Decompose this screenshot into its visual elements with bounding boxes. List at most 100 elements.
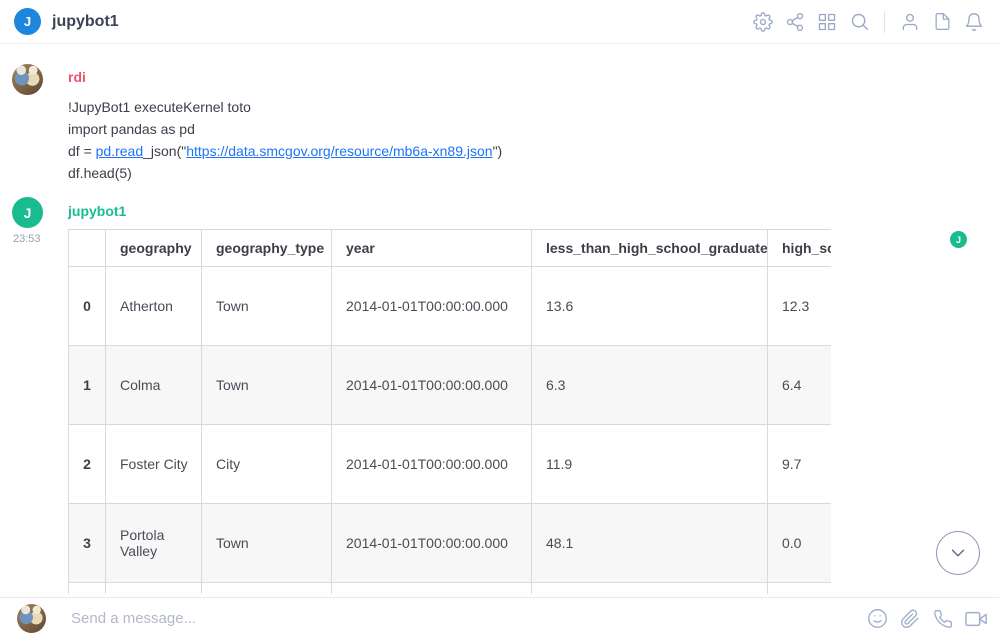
table-header-year: year: [332, 230, 532, 267]
smiley-icon: [867, 608, 888, 629]
table-cell: [106, 583, 202, 595]
chat-window: J jupybot1: [0, 0, 999, 639]
message-timestamp: 23:53: [13, 233, 41, 245]
paperclip-icon: [900, 609, 920, 629]
composer-actions: [866, 608, 987, 630]
table-cell: Town: [202, 267, 332, 346]
dataframe-table: geography geography_type year less_than_…: [68, 229, 831, 594]
phone-icon: [933, 609, 953, 629]
avatar-letter: J: [24, 205, 32, 221]
table-cell: 9.7: [768, 425, 832, 504]
chevron-down-icon: [947, 542, 969, 564]
table-header-geography: geography: [106, 230, 202, 267]
pd-read-link[interactable]: pd.read: [96, 143, 143, 159]
channel-header: J jupybot1: [0, 0, 999, 44]
message-composer: [0, 597, 999, 639]
table-row: 1 Colma Town 2014-01-01T00:00:00.000 6.3…: [69, 346, 832, 425]
search-icon: [849, 11, 870, 32]
table-row: 3 Portola Valley Town 2014-01-01T00:00:0…: [69, 504, 832, 583]
share-button[interactable]: [784, 11, 806, 33]
channel-avatar[interactable]: J: [14, 8, 41, 35]
table-cell: [532, 583, 768, 595]
share-icon: [785, 12, 805, 32]
jump-to-bottom-button[interactable]: [936, 531, 980, 575]
table-row: 2 Foster City City 2014-01-01T00:00:00.0…: [69, 425, 832, 504]
emoji-button[interactable]: [866, 608, 888, 630]
table-cell: 48.1: [532, 504, 768, 583]
message-line: !JupyBot1 executeKernel toto: [68, 96, 999, 118]
table-cell: 2014-01-01T00:00:00.000: [332, 346, 532, 425]
settings-button[interactable]: [752, 11, 774, 33]
header-actions: [752, 11, 985, 33]
username-jupybot1[interactable]: jupybot1: [68, 203, 126, 220]
message-input[interactable]: [71, 610, 866, 627]
table-cell: 2014-01-01T00:00:00.000: [332, 425, 532, 504]
code-text: _json(": [143, 143, 186, 159]
code-text: "): [493, 143, 503, 159]
read-receipt-badge: J: [950, 231, 967, 248]
search-button[interactable]: [848, 11, 870, 33]
table-cell: Town: [202, 504, 332, 583]
table-cell: [202, 583, 332, 595]
table-cell: 6.4: [768, 346, 832, 425]
channel-title: jupybot1: [52, 13, 119, 31]
attach-file-button[interactable]: [899, 608, 921, 630]
video-camera-icon: [965, 608, 987, 630]
message-body: jupybot1 geography geography_type: [68, 197, 999, 594]
table-cell: 2014-01-01T00:00:00.000: [332, 267, 532, 346]
message-line: df = pd.read_json("https://data.smcgov.o…: [68, 140, 999, 162]
table-cell: 12.3: [768, 267, 832, 346]
table-cell: Town: [202, 346, 332, 425]
table-row-partial: [69, 583, 832, 595]
gear-icon: [753, 12, 773, 32]
code-text: df =: [68, 143, 96, 159]
table-header-high-school: high_sc: [768, 230, 832, 267]
message-rdi: rdi !JupyBot1 executeKernel toto import …: [0, 64, 999, 184]
current-user-avatar[interactable]: [17, 604, 46, 633]
user-icon: [900, 12, 920, 32]
dataset-url-link[interactable]: https://data.smcgov.org/resource/mb6a-xn…: [186, 143, 492, 159]
table-cell: 0.0: [768, 504, 832, 583]
video-call-button[interactable]: [965, 608, 987, 630]
table-cell: 11.9: [532, 425, 768, 504]
table-header-index: [69, 230, 106, 267]
table-header-geography-type: geography_type: [202, 230, 332, 267]
username-rdi[interactable]: rdi: [68, 69, 86, 86]
audio-call-button[interactable]: [932, 608, 954, 630]
files-button[interactable]: [931, 11, 953, 33]
header-divider: [884, 11, 885, 33]
message-line: df.head(5): [68, 162, 999, 184]
table-cell: 3: [69, 504, 106, 583]
table-cell: [332, 583, 532, 595]
message-body: rdi !JupyBot1 executeKernel toto import …: [68, 64, 999, 184]
grid-icon: [817, 12, 837, 32]
table-cell: 13.6: [532, 267, 768, 346]
table-cell: 6.3: [532, 346, 768, 425]
notifications-button[interactable]: [963, 11, 985, 33]
table-cell: Atherton: [106, 267, 202, 346]
table-header-less-than-hs: less_than_high_school_graduate: [532, 230, 768, 267]
message-text: !JupyBot1 executeKernel toto import pand…: [68, 96, 999, 184]
table-cell: [69, 583, 106, 595]
table-cell: Colma: [106, 346, 202, 425]
table-cell: 0: [69, 267, 106, 346]
table-cell: Portola Valley: [106, 504, 202, 583]
apps-button[interactable]: [816, 11, 838, 33]
message-jupybot1: J 23:53 jupybot1 geography: [0, 197, 999, 594]
file-icon: [933, 12, 952, 31]
table-cell: 2014-01-01T00:00:00.000: [332, 504, 532, 583]
table-row: 0 Atherton Town 2014-01-01T00:00:00.000 …: [69, 267, 832, 346]
table-cell: [768, 583, 832, 595]
table-cell: 1: [69, 346, 106, 425]
message-list: rdi !JupyBot1 executeKernel toto import …: [0, 45, 999, 597]
bot-avatar-letter[interactable]: J: [12, 197, 43, 228]
table-cell: Foster City: [106, 425, 202, 504]
table-header-row: geography geography_type year less_than_…: [69, 230, 832, 267]
table-cell: City: [202, 425, 332, 504]
members-button[interactable]: [899, 11, 921, 33]
bell-icon: [964, 12, 984, 32]
dataframe-table-container: geography geography_type year less_than_…: [68, 229, 831, 594]
table-cell: 2: [69, 425, 106, 504]
message-line: import pandas as pd: [68, 118, 999, 140]
user-avatar-rdi[interactable]: [12, 64, 43, 95]
